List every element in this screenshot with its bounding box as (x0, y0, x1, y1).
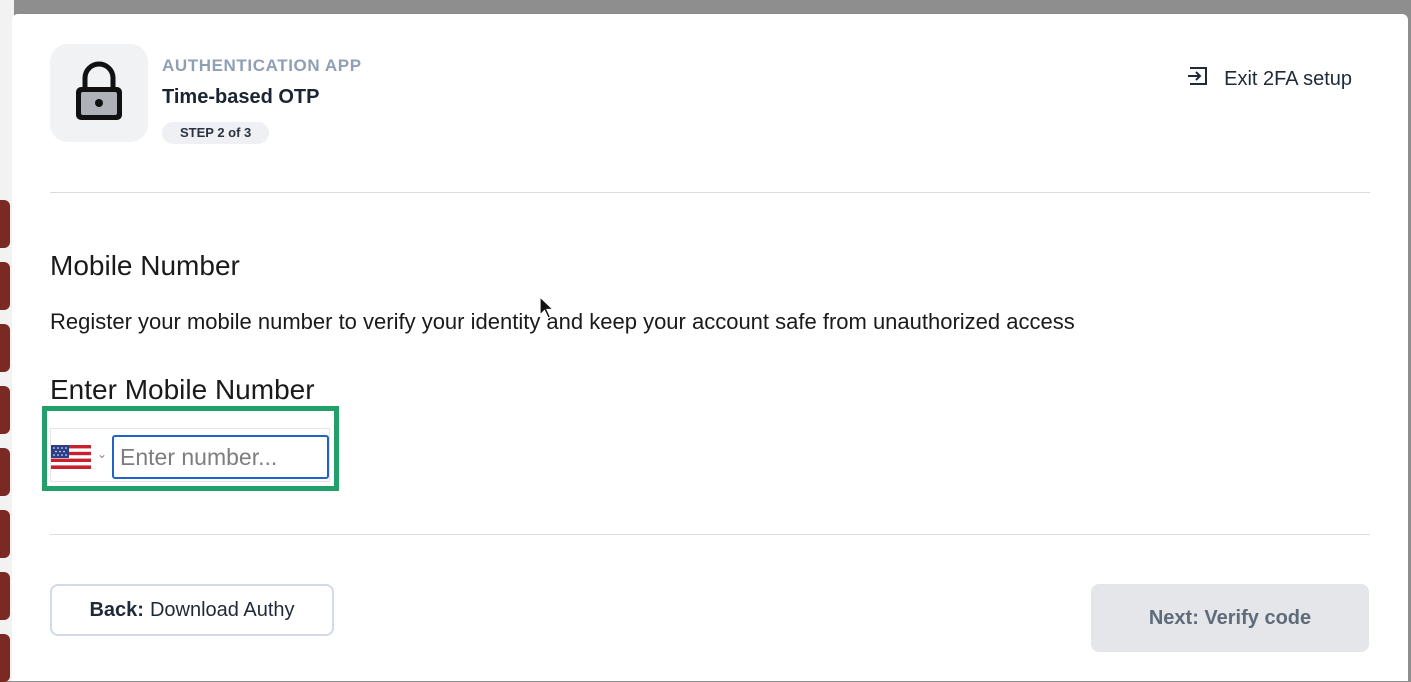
section-description: Register your mobile number to verify yo… (50, 309, 1075, 334)
header-divider (50, 192, 1370, 193)
us-flag-icon[interactable] (51, 445, 91, 474)
section-title: Mobile Number (50, 250, 240, 281)
background-decoration (0, 262, 10, 310)
app-title: Time-based OTP (162, 86, 320, 108)
background-decoration (0, 448, 10, 496)
phone-number-field: ⌄ (50, 428, 330, 482)
background-decoration (0, 510, 10, 558)
mouse-cursor-icon (539, 295, 555, 325)
background-decoration (0, 572, 10, 620)
phone-number-input[interactable] (112, 435, 329, 479)
mobile-number-label: Enter Mobile Number (50, 374, 315, 405)
back-button-label: Download Authy (149, 598, 295, 621)
background-decoration (0, 634, 10, 682)
back-button[interactable]: Back: Download Authy (50, 584, 334, 636)
app-icon-tile (50, 44, 148, 142)
lock-icon (73, 60, 125, 127)
background-decoration (0, 324, 10, 372)
chevron-down-icon[interactable]: ⌄ (97, 447, 107, 461)
exit-label: Exit 2FA setup (1224, 67, 1352, 90)
exit-2fa-setup-link[interactable]: Exit 2FA setup (1186, 64, 1352, 94)
twofa-setup-modal: AUTHENTICATION APP Time-based OTP STEP 2… (12, 14, 1408, 681)
footer-divider (50, 534, 1370, 535)
exit-icon (1186, 64, 1224, 94)
next-verify-code-button[interactable]: Next: Verify code (1091, 584, 1369, 652)
step-badge: STEP 2 of 3 (162, 122, 270, 144)
app-category-label: AUTHENTICATION APP (162, 56, 362, 75)
background-decoration (0, 386, 10, 434)
back-button-prefix: Back: (89, 598, 144, 621)
background-decoration (0, 200, 10, 248)
